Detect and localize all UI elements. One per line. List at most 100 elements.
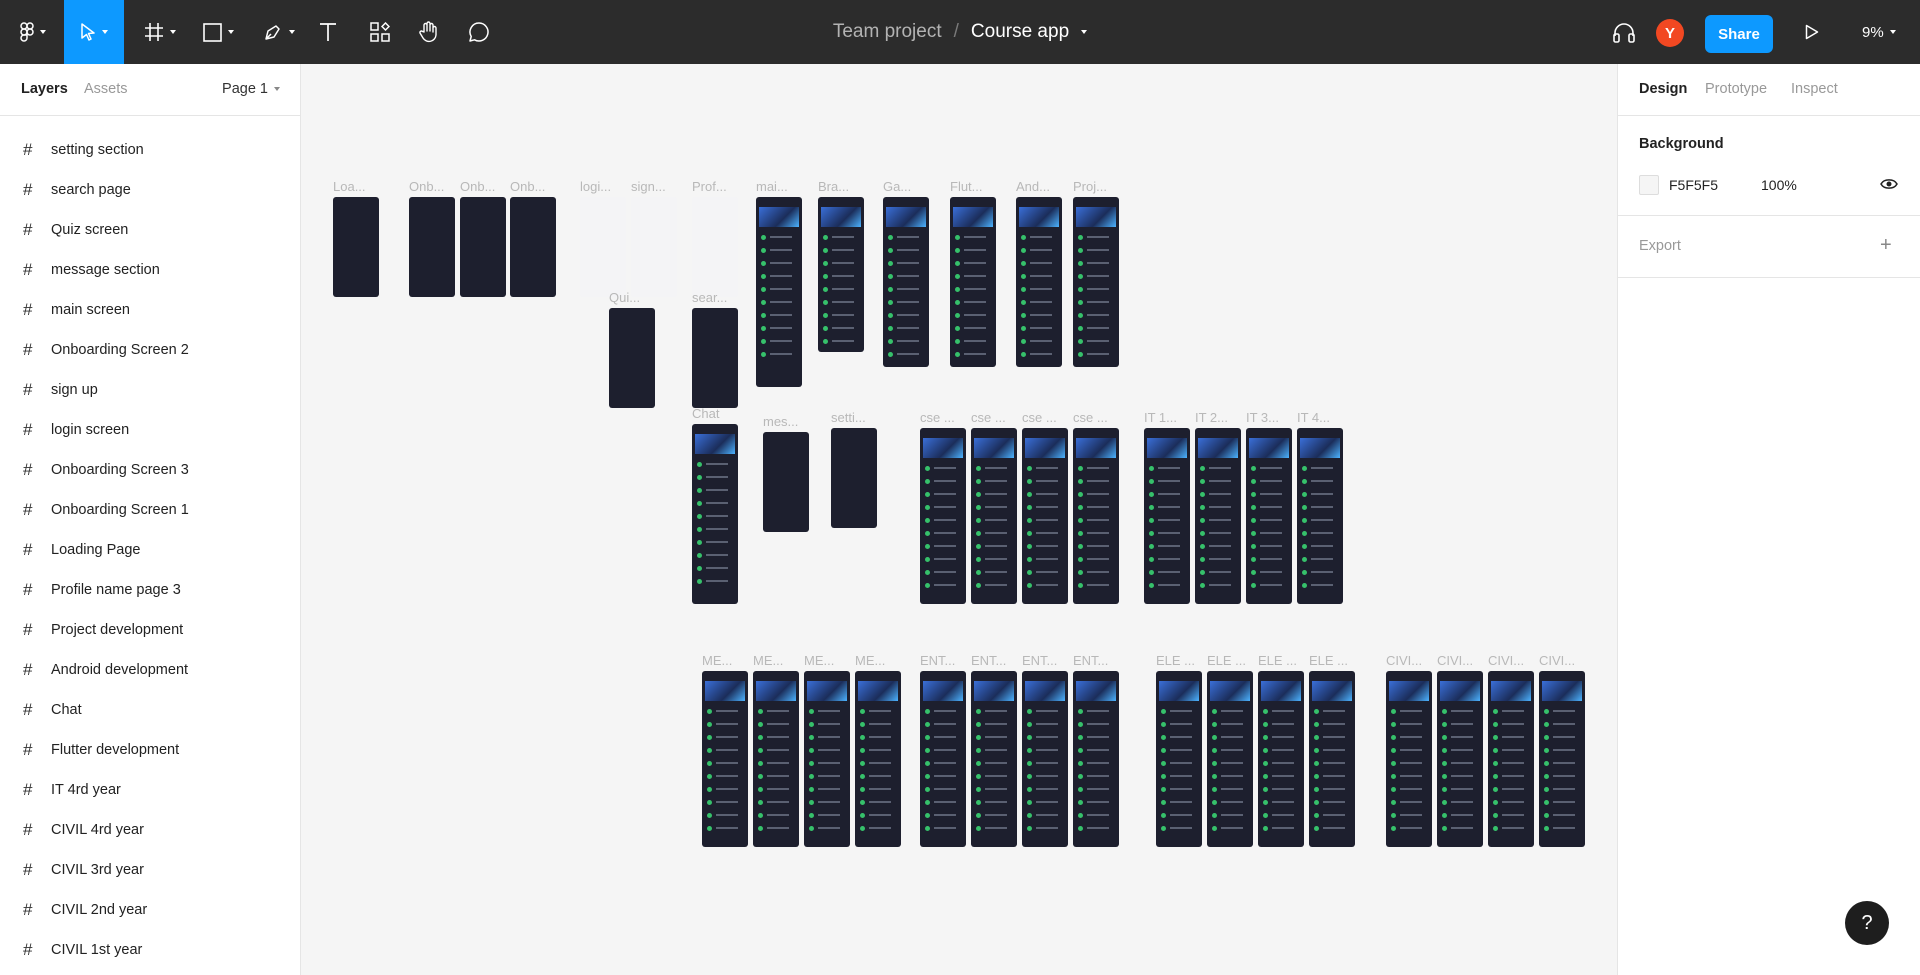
layer-item[interactable]: # Flutter development — [0, 730, 300, 770]
add-export-button[interactable]: + — [1880, 234, 1892, 257]
frame-label[interactable]: Chat — [692, 406, 719, 421]
layer-item[interactable]: # main screen — [0, 290, 300, 330]
frame-label[interactable]: ME... — [702, 653, 732, 668]
frame-thumbnail[interactable] — [1297, 428, 1343, 604]
frame-label[interactable]: IT 3... — [1246, 410, 1279, 425]
frame-thumbnail[interactable] — [1016, 197, 1062, 367]
frame-label[interactable]: setti... — [831, 410, 866, 425]
frame-label[interactable]: ENT... — [971, 653, 1006, 668]
frame-thumbnail[interactable] — [609, 308, 655, 408]
frame-thumbnail[interactable] — [692, 424, 738, 604]
frame-thumbnail[interactable] — [971, 428, 1017, 604]
chevron-down-icon[interactable] — [1081, 30, 1088, 34]
frame-label[interactable]: cse ... — [1022, 410, 1057, 425]
present-button[interactable] — [1800, 0, 1824, 64]
pen-tool-button[interactable] — [255, 0, 303, 64]
background-opacity-input[interactable]: 100% — [1761, 177, 1797, 193]
layer-item[interactable]: #ELE 4rd year — [0, 970, 300, 975]
frame-label[interactable]: ME... — [804, 653, 834, 668]
frame-label[interactable]: Onb... — [510, 179, 545, 194]
layer-item[interactable]: # Chat — [0, 690, 300, 730]
avatar[interactable]: Y — [1656, 19, 1684, 47]
layer-item[interactable]: # CIVIL 3rd year — [0, 850, 300, 890]
page-selector[interactable]: Page 1 — [222, 81, 280, 97]
frame-label[interactable]: ENT... — [920, 653, 955, 668]
layer-item[interactable]: # login screen — [0, 410, 300, 450]
layer-item[interactable]: # Onboarding Screen 2 — [0, 330, 300, 370]
layer-item[interactable]: # Quiz screen — [0, 210, 300, 250]
frame-thumbnail[interactable] — [756, 197, 802, 387]
frame-thumbnail[interactable] — [1258, 671, 1304, 847]
move-tool-button[interactable] — [64, 0, 124, 64]
layer-item[interactable]: # setting section — [0, 130, 300, 170]
frame-thumbnail[interactable] — [1022, 671, 1068, 847]
frame-thumbnail[interactable] — [631, 197, 677, 297]
frame-thumbnail[interactable] — [510, 197, 556, 297]
layer-item[interactable]: # search page — [0, 170, 300, 210]
frame-thumbnail[interactable] — [460, 197, 506, 297]
frame-thumbnail[interactable] — [1246, 428, 1292, 604]
frame-thumbnail[interactable] — [1207, 671, 1253, 847]
canvas[interactable]: Loa... Onb... Onb... Onb... logi... sign... Pr… — [301, 64, 1617, 975]
frame-thumbnail[interactable] — [950, 197, 996, 367]
frame-thumbnail[interactable] — [1073, 197, 1119, 367]
frame-thumbnail[interactable] — [1156, 671, 1202, 847]
frame-thumbnail[interactable] — [1386, 671, 1432, 847]
frame-thumbnail[interactable] — [692, 308, 738, 408]
tab-design[interactable]: Design — [1639, 81, 1687, 97]
frame-label[interactable]: IT 2... — [1195, 410, 1228, 425]
frame-label[interactable]: Flut... — [950, 179, 983, 194]
frame-thumbnail[interactable] — [580, 197, 626, 297]
frame-thumbnail[interactable] — [1488, 671, 1534, 847]
frame-label[interactable]: And... — [1016, 179, 1050, 194]
frame-thumbnail[interactable] — [971, 671, 1017, 847]
layer-item[interactable]: # Android development — [0, 650, 300, 690]
frame-label[interactable]: ENT... — [1073, 653, 1108, 668]
frame-label[interactable]: mai... — [756, 179, 788, 194]
frame-thumbnail[interactable] — [920, 671, 966, 847]
shape-tool-button[interactable] — [194, 0, 242, 64]
layer-item[interactable]: # Onboarding Screen 1 — [0, 490, 300, 530]
frame-thumbnail[interactable] — [818, 197, 864, 352]
frame-thumbnail[interactable] — [855, 671, 901, 847]
hand-tool-button[interactable] — [412, 0, 444, 64]
frame-thumbnail[interactable] — [1437, 671, 1483, 847]
tab-assets[interactable]: Assets — [84, 81, 128, 97]
frame-label[interactable]: ELE ... — [1309, 653, 1348, 668]
frame-thumbnail[interactable] — [753, 671, 799, 847]
frame-thumbnail[interactable] — [1073, 671, 1119, 847]
frame-thumbnail[interactable] — [920, 428, 966, 604]
zoom-control[interactable]: 9% — [1862, 0, 1896, 64]
frame-label[interactable]: ME... — [855, 653, 885, 668]
layer-item[interactable]: # sign up — [0, 370, 300, 410]
frame-label[interactable]: IT 4... — [1297, 410, 1330, 425]
layer-item[interactable]: # CIVIL 4rd year — [0, 810, 300, 850]
frame-label[interactable]: mes... — [763, 414, 798, 429]
main-menu-button[interactable] — [10, 0, 56, 64]
background-hex-input[interactable]: F5F5F5 — [1669, 177, 1718, 193]
audio-button[interactable] — [1608, 0, 1640, 64]
frame-label[interactable]: Qui... — [609, 290, 640, 305]
frame-label[interactable]: IT 1... — [1144, 410, 1177, 425]
frame-label[interactable]: sign... — [631, 179, 666, 194]
frame-label[interactable]: ELE ... — [1207, 653, 1246, 668]
frame-tool-button[interactable] — [136, 0, 184, 64]
frame-thumbnail[interactable] — [1309, 671, 1355, 847]
frame-label[interactable]: Prof... — [692, 179, 727, 194]
frame-thumbnail[interactable] — [883, 197, 929, 367]
background-color-swatch[interactable] — [1639, 175, 1659, 195]
frame-label[interactable]: ELE ... — [1156, 653, 1195, 668]
frame-thumbnail[interactable] — [1022, 428, 1068, 604]
frame-label[interactable]: CIVI... — [1386, 653, 1422, 668]
frame-label[interactable]: Bra... — [818, 179, 849, 194]
frame-thumbnail[interactable] — [702, 671, 748, 847]
help-button[interactable]: ? — [1845, 901, 1889, 945]
frame-thumbnail[interactable] — [1539, 671, 1585, 847]
tab-prototype[interactable]: Prototype — [1705, 81, 1767, 97]
frame-label[interactable]: ENT... — [1022, 653, 1057, 668]
frame-label[interactable]: CIVI... — [1437, 653, 1473, 668]
text-tool-button[interactable] — [312, 0, 344, 64]
frame-thumbnail[interactable] — [1144, 428, 1190, 604]
frame-label[interactable]: Onb... — [409, 179, 444, 194]
tab-layers[interactable]: Layers — [21, 81, 68, 97]
